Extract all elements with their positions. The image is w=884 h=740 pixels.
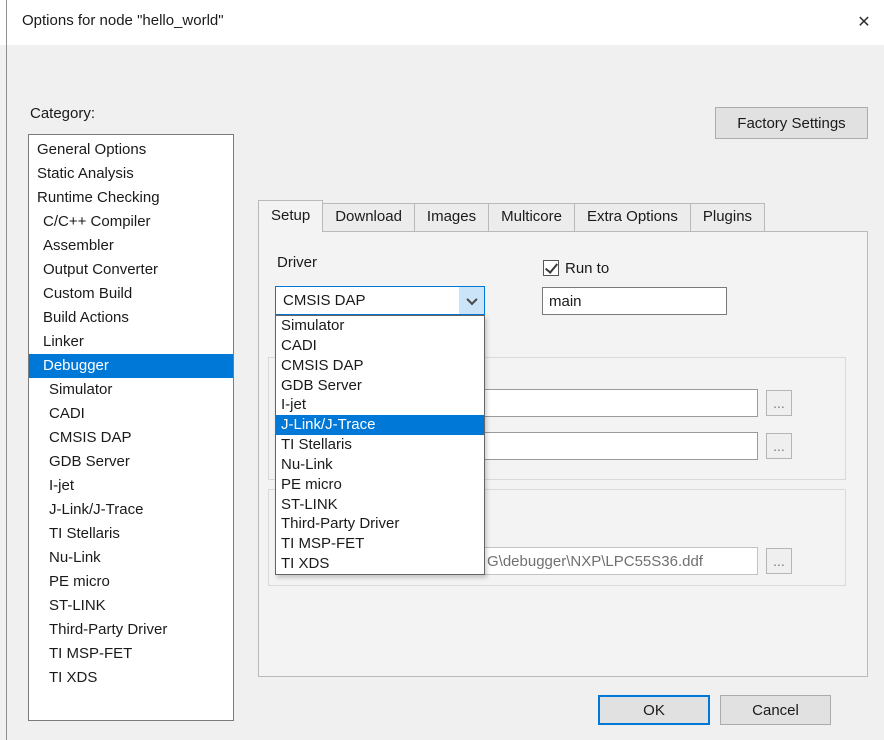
category-item-nu-link[interactable]: Nu-Link	[29, 546, 233, 570]
titlebar: Options for node "hello_world" ✕	[0, 0, 884, 45]
dropdown-option-nu-link[interactable]: Nu-Link	[276, 455, 484, 475]
category-item-i-jet[interactable]: I-jet	[29, 474, 233, 498]
ddf-path-text: G\debugger\NXP\LPC55S36.ddf	[487, 553, 703, 570]
dropdown-option-gdb-server[interactable]: GDB Server	[276, 376, 484, 396]
dropdown-option-ti-stellaris[interactable]: TI Stellaris	[276, 435, 484, 455]
dropdown-option-i-jet[interactable]: I-jet	[276, 395, 484, 415]
category-label: Category:	[30, 105, 95, 122]
tab-strip: SetupDownloadImagesMulticoreExtra Option…	[258, 200, 764, 231]
browse-button-1[interactable]: ...	[766, 390, 792, 416]
category-item-debugger[interactable]: Debugger	[29, 354, 233, 378]
options-dialog: Options for node "hello_world" ✕ Categor…	[0, 0, 884, 740]
dropdown-option-pe-micro[interactable]: PE micro	[276, 475, 484, 495]
category-item-assembler[interactable]: Assembler	[29, 234, 233, 258]
dropdown-option-st-link[interactable]: ST-LINK	[276, 495, 484, 515]
tab-multicore[interactable]: Multicore	[488, 203, 575, 231]
category-item-static-analysis[interactable]: Static Analysis	[29, 162, 233, 186]
category-item-build-actions[interactable]: Build Actions	[29, 306, 233, 330]
close-icon[interactable]: ✕	[849, 8, 879, 38]
chevron-down-icon	[459, 287, 484, 314]
category-item-cmsis-dap[interactable]: CMSIS DAP	[29, 426, 233, 450]
category-item-pe-micro[interactable]: PE micro	[29, 570, 233, 594]
dropdown-option-j-link-j-trace[interactable]: J-Link/J-Trace	[276, 415, 484, 435]
category-item-third-party-driver[interactable]: Third-Party Driver	[29, 618, 233, 642]
category-item-c-c-compiler[interactable]: C/C++ Compiler	[29, 210, 233, 234]
tab-download[interactable]: Download	[322, 203, 415, 231]
category-item-runtime-checking[interactable]: Runtime Checking	[29, 186, 233, 210]
tab-images[interactable]: Images	[414, 203, 489, 231]
tab-setup[interactable]: Setup	[258, 200, 323, 232]
window-title: Options for node "hello_world"	[22, 12, 224, 29]
category-item-simulator[interactable]: Simulator	[29, 378, 233, 402]
run-to-checkbox[interactable]	[543, 260, 559, 276]
tab-plugins[interactable]: Plugins	[690, 203, 765, 231]
cancel-button[interactable]: Cancel	[720, 695, 831, 725]
dropdown-option-cadi[interactable]: CADI	[276, 336, 484, 356]
driver-dropdown-list: SimulatorCADICMSIS DAPGDB ServerI-jetJ-L…	[275, 315, 485, 575]
category-item-gdb-server[interactable]: GDB Server	[29, 450, 233, 474]
category-item-general-options[interactable]: General Options	[29, 138, 233, 162]
driver-combobox[interactable]: CMSIS DAP	[275, 286, 485, 315]
tab-extra-options[interactable]: Extra Options	[574, 203, 691, 231]
dropdown-option-simulator[interactable]: Simulator	[276, 316, 484, 336]
category-item-ti-stellaris[interactable]: TI Stellaris	[29, 522, 233, 546]
dropdown-option-cmsis-dap[interactable]: CMSIS DAP	[276, 356, 484, 376]
category-item-linker[interactable]: Linker	[29, 330, 233, 354]
dropdown-option-third-party-driver[interactable]: Third-Party Driver	[276, 514, 484, 534]
category-item-ti-msp-fet[interactable]: TI MSP-FET	[29, 642, 233, 666]
window-left-border	[6, 0, 7, 740]
driver-label: Driver	[277, 254, 317, 271]
category-item-ti-xds[interactable]: TI XDS	[29, 666, 233, 690]
category-item-custom-build[interactable]: Custom Build	[29, 282, 233, 306]
factory-settings-button[interactable]: Factory Settings	[715, 107, 868, 139]
dropdown-option-ti-xds[interactable]: TI XDS	[276, 554, 484, 574]
category-item-st-link[interactable]: ST-LINK	[29, 594, 233, 618]
driver-combobox-value: CMSIS DAP	[283, 292, 366, 309]
browse-button-2[interactable]: ...	[766, 433, 792, 459]
category-item-cadi[interactable]: CADI	[29, 402, 233, 426]
category-list: General OptionsStatic AnalysisRuntime Ch…	[28, 134, 234, 721]
run-to-input[interactable]	[542, 287, 727, 315]
ok-button[interactable]: OK	[598, 695, 710, 725]
run-to-label: Run to	[565, 260, 609, 277]
category-item-output-converter[interactable]: Output Converter	[29, 258, 233, 282]
dropdown-option-ti-msp-fet[interactable]: TI MSP-FET	[276, 534, 484, 554]
browse-button-ddf[interactable]: ...	[766, 548, 792, 574]
category-item-j-link-j-trace[interactable]: J-Link/J-Trace	[29, 498, 233, 522]
